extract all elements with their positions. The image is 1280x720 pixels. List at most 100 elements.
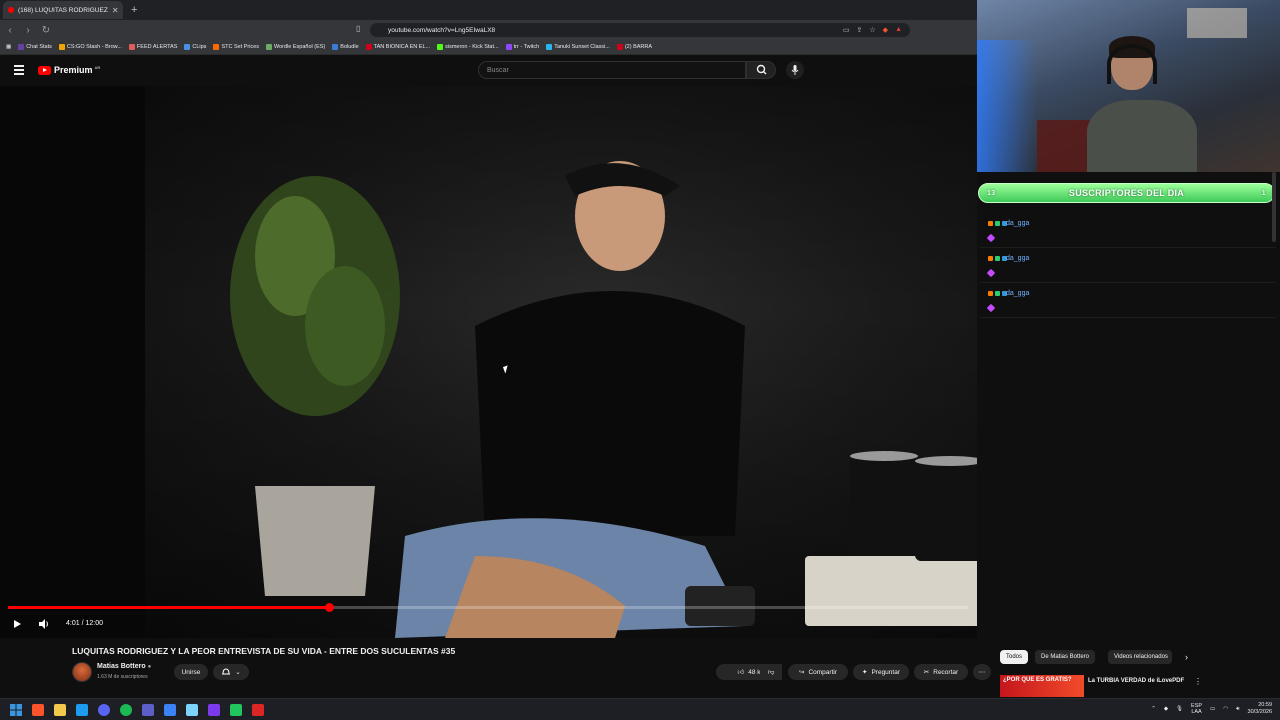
brave-browser-icon[interactable]	[32, 703, 44, 716]
app-icon-green[interactable]	[230, 703, 242, 716]
logo-text: Premium	[54, 65, 93, 75]
bookmarks-bar: ▦ Chat Stats CS:GO Stash - Brow... FEED AL…	[0, 40, 977, 55]
bookmark-favicon-icon	[505, 44, 512, 50]
apps-grid-icon[interactable]: ▦	[6, 44, 11, 50]
bookmark-item[interactable]: FEED ALERTAS	[128, 44, 177, 50]
bookmark-favicon-icon	[213, 44, 220, 50]
search-input[interactable]: Buscar	[478, 61, 746, 79]
youtube-logo[interactable]: Premium AR	[38, 65, 100, 75]
alert-username: da_gga	[1006, 255, 1030, 262]
spotify-icon[interactable]	[120, 703, 132, 716]
bookmark-item[interactable]: Wordle Español (ES)	[266, 44, 325, 50]
progress-scrubber[interactable]	[324, 603, 334, 612]
dislike-button[interactable]: 👎︎	[760, 664, 782, 680]
new-tab-icon[interactable]: +	[131, 4, 137, 16]
play-icon[interactable]	[12, 619, 22, 629]
clock-date: 30/3/2026	[1247, 709, 1272, 715]
bookmark-favicon-icon	[332, 44, 339, 50]
search-button[interactable]	[746, 61, 776, 79]
forward-icon[interactable]: ›	[20, 25, 36, 36]
alert-username: da_gga	[1006, 220, 1030, 227]
share-page-icon[interactable]: ⇪	[857, 26, 863, 34]
app-icon-cross[interactable]	[186, 703, 198, 716]
windows-taskbar: ⌃ ◆ 🎙︎ ESP LAA ▭ ◠ 🔊︎ 20:59 30/3/2026	[0, 698, 1280, 720]
join-button[interactable]: Unirse	[174, 664, 208, 680]
chip-related[interactable]: Videos relacionados	[1108, 650, 1172, 664]
search-icon	[756, 64, 767, 75]
extension-warning-icon[interactable]: ▲	[895, 26, 902, 34]
discord-icon[interactable]	[98, 703, 110, 716]
clip-button[interactable]: ✂ Recortar	[914, 664, 968, 680]
close-tab-icon[interactable]: ✕	[112, 6, 119, 15]
chip-all[interactable]: Todos	[1000, 650, 1029, 664]
bookmark-label: sismeron - Kick Stat...	[445, 44, 499, 50]
bookmark-favicon-icon	[184, 44, 191, 50]
app-icon-purple[interactable]	[208, 703, 220, 716]
bookmark-item[interactable]: STC Set Prices	[213, 44, 259, 50]
share-button[interactable]: ↪ Compartir	[788, 664, 848, 680]
app-icon-diamond[interactable]	[164, 703, 176, 716]
tray-chevron-up-icon[interactable]: ⌃	[1151, 706, 1156, 712]
volume-icon[interactable]	[38, 618, 50, 630]
hamburger-menu-icon[interactable]	[14, 65, 24, 75]
channel-name[interactable]: Matias Bottero ●	[97, 663, 151, 670]
file-explorer-icon[interactable]	[54, 703, 66, 716]
bookmark-item[interactable]: trr - Twitch	[505, 44, 539, 50]
back-icon[interactable]: ‹	[2, 25, 18, 36]
video-player[interactable]: 4:01 / 12:00	[0, 86, 977, 638]
extension-brave-icon[interactable]: ◆	[883, 26, 888, 34]
bookmark-item[interactable]: sismeron - Kick Stat...	[437, 44, 499, 50]
progress-bar[interactable]	[8, 603, 968, 612]
youtube-play-icon	[38, 65, 51, 75]
language-indicator[interactable]: ESP LAA	[1191, 703, 1202, 715]
bookmark-favicon-icon	[58, 44, 65, 50]
alert-feed-item: da_gga	[980, 288, 1276, 318]
sub-gem-icon	[986, 233, 996, 243]
microphone-icon	[791, 65, 799, 75]
voice-search-button[interactable]	[786, 61, 804, 79]
bookmark-label: Tanuki Sunset Classi...	[554, 44, 610, 50]
verified-icon: ●	[147, 664, 152, 670]
goal-title: SUSCRIPTORES DEL DIA	[1068, 188, 1185, 198]
system-tray: ⌃ ◆ 🎙︎ ESP LAA ▭ ◠ 🔊︎ 20:59 30/3/2026	[1151, 702, 1272, 716]
bookmark-item[interactable]: Tanuki Sunset Classi...	[546, 44, 610, 50]
bookmark-label: CS:GO Stash - Brow...	[66, 44, 122, 50]
bookmark-item[interactable]: Chat Stats	[18, 44, 52, 50]
bookmark-favicon-icon	[437, 44, 444, 50]
install-app-icon[interactable]: ▭	[843, 26, 850, 34]
app-icon-red[interactable]	[252, 703, 264, 716]
browser-tab[interactable]: (168) LUQUITAS RODRIGUEZ ✕	[3, 1, 123, 19]
overlay-scrollbar[interactable]	[1272, 172, 1276, 242]
tray-display-icon[interactable]: ▭	[1210, 706, 1215, 712]
teams-icon[interactable]	[142, 703, 154, 716]
rec-title[interactable]: La TURBIA VERDAD de iLovePDF	[1088, 677, 1198, 685]
reload-icon[interactable]: ↻	[38, 25, 54, 36]
more-actions-button[interactable]: ⋯	[973, 664, 991, 680]
goal-count: 13	[987, 189, 996, 197]
star-icon[interactable]: ☆	[869, 26, 875, 34]
tray-network-icon[interactable]: ◆	[1164, 706, 1168, 712]
notifications-button[interactable]: ⌄	[213, 664, 249, 680]
chevron-right-icon[interactable]: ›	[1185, 652, 1188, 662]
bookmark-item[interactable]: CS:GO Stash - Brow...	[58, 44, 122, 50]
url-field[interactable]: youtube.com/watch?v=Lng5EIwaLX8 ▭ ⇪ ☆ ◆ …	[370, 23, 910, 37]
more-vertical-icon[interactable]: ⋮	[1194, 677, 1202, 686]
bell-icon	[222, 668, 231, 675]
chip-from-channel[interactable]: De Matias Bottero	[1035, 650, 1096, 664]
ask-button[interactable]: ✦ Preguntar	[853, 664, 909, 680]
channel-avatar[interactable]	[72, 662, 92, 682]
rec-thumbnail[interactable]: ¿POR QUE ES GRATIS?	[1000, 675, 1084, 697]
tray-wifi-icon[interactable]: ◠	[1223, 706, 1228, 712]
app-icon-arrow[interactable]	[76, 703, 88, 716]
bookmark-item[interactable]: TAN BIONICA EN EL...	[365, 44, 430, 50]
clock[interactable]: 20:59 30/3/2026	[1248, 702, 1272, 716]
bookmark-icon[interactable]: ▯	[356, 24, 360, 33]
windows-start-icon[interactable]	[10, 703, 22, 716]
tray-volume-icon[interactable]: 🔊︎	[1236, 706, 1239, 713]
bookmark-item[interactable]: (2) BARRA	[616, 44, 652, 50]
bookmark-item[interactable]: CLips	[184, 44, 206, 50]
tray-mic-icon[interactable]: 🎙︎	[1176, 706, 1183, 712]
browser-tab-bar: (168) LUQUITAS RODRIGUEZ ✕ +	[0, 0, 977, 20]
channel-name-text: Matias Bottero	[97, 663, 146, 670]
bookmark-item[interactable]: Boludle	[332, 44, 359, 50]
